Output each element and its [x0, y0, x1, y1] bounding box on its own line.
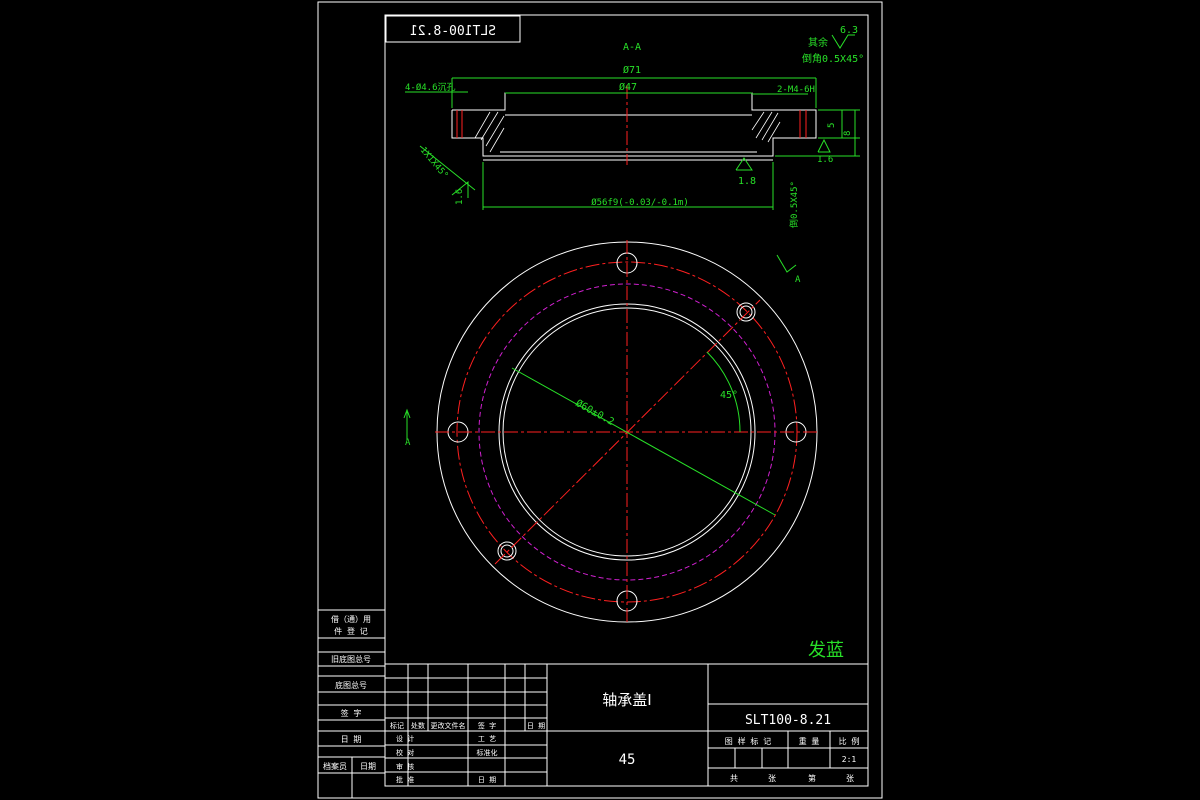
- plan-view: [435, 240, 820, 625]
- dim-holes-right: 2-M4-6H: [777, 85, 815, 95]
- role-3: 批 准: [396, 775, 414, 784]
- dim-holes-left: 4-Ø4.6沉孔: [405, 82, 456, 93]
- lb-r2: 件 登 记: [334, 626, 368, 636]
- dim-h8: 8: [843, 131, 853, 136]
- arrow-label-a1: A: [795, 275, 801, 285]
- dim-roughness-mid: 1.8: [738, 176, 756, 187]
- standard-label: 标准化: [477, 748, 498, 757]
- role-2: 审 核: [396, 762, 414, 771]
- sheets-2: 第: [808, 773, 816, 783]
- part-name: 轴承盖Ⅰ: [602, 691, 651, 709]
- treatment-note: 发蓝: [808, 640, 844, 661]
- dim-d71: Ø71: [623, 64, 641, 76]
- drawing-number: SLT100-8.21: [745, 713, 831, 728]
- lb-r4: 底图总号: [335, 680, 367, 690]
- dim-h5: 5: [827, 123, 837, 128]
- col-label-1: 处数: [411, 721, 425, 730]
- lb-r6: 日 期: [341, 735, 362, 744]
- section-view: [451, 85, 817, 165]
- lb-r1: 借（通）用: [331, 614, 371, 624]
- dim-side-note: 倒0.5X45°: [788, 181, 800, 228]
- scale-value: 2:1: [842, 755, 857, 764]
- material: 45: [619, 752, 636, 768]
- dim-angle: 45°: [720, 390, 738, 401]
- dim-d47: Ø47: [619, 81, 637, 93]
- dim-d56: Ø56f9(-0.03/-0.1m): [591, 197, 689, 208]
- col-label-0: 标记: [390, 721, 404, 730]
- sheet-border: [317, 1, 883, 799]
- roughness-value: 6.3: [840, 25, 858, 36]
- dim-chamfer-left: 1X1X45°: [418, 146, 450, 181]
- mirrored-code: SLT100-8.21: [410, 24, 496, 39]
- chamfer-note: 倒角0.5X45°: [802, 53, 864, 65]
- lb-r3: 旧底图总号: [331, 654, 371, 664]
- engineering-drawing: SLT100-8.21 A-A 其余 6.3 倒角0.5X45° Ø71 Ø47…: [317, 1, 883, 799]
- col-label-4: 日 期: [527, 722, 545, 730]
- sheets-3: 张: [846, 774, 854, 783]
- lb-r7b: 日期: [360, 762, 376, 771]
- date-label: 日 期: [478, 776, 496, 784]
- sheets-1: 张: [768, 774, 776, 783]
- col-label-2: 更改文件名: [431, 721, 466, 730]
- lb-r7a: 档案员: [323, 761, 347, 771]
- arrow-label-a2: A: [405, 438, 411, 448]
- attr-label-1: 重 量: [799, 736, 820, 746]
- roughness-symbol: [831, 34, 855, 49]
- sheets-0: 共: [730, 774, 738, 783]
- dim-roughness-left: 1.6: [455, 189, 465, 205]
- dim-pcd: Ø60±0.2: [574, 397, 617, 428]
- role-0: 设 计: [396, 734, 414, 743]
- attr-label-2: 比 例: [839, 736, 860, 746]
- col-label-3: 签 字: [478, 721, 496, 730]
- roughness-note: 其余: [808, 36, 828, 49]
- role-1: 校 对: [396, 748, 414, 757]
- section-label: A-A: [623, 42, 641, 53]
- dim-roughness-right: 1.6: [817, 155, 833, 165]
- attr-label-0: 图 样 标 记: [725, 736, 771, 746]
- process-label: 工 艺: [478, 735, 496, 743]
- lb-r5: 签 字: [341, 708, 362, 718]
